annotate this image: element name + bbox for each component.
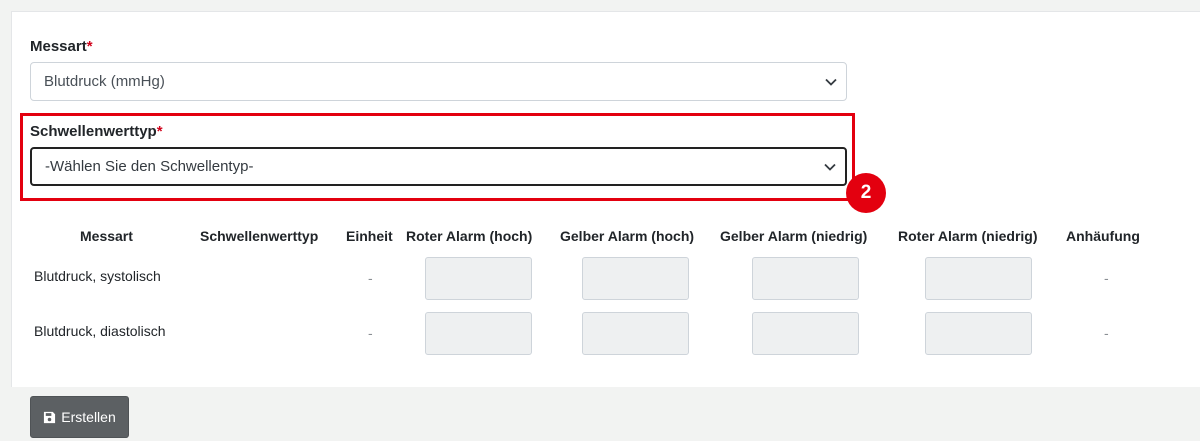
measurement-select[interactable]: Blutdruck (mmHg) xyxy=(30,62,847,101)
yellow-high-input[interactable] xyxy=(582,312,689,355)
form-footer xyxy=(11,387,1200,441)
save-icon xyxy=(44,411,56,423)
chevron-down-icon xyxy=(825,78,837,86)
row-unit: - xyxy=(368,325,373,341)
red-low-input[interactable] xyxy=(925,257,1032,300)
row-measurement-name: Blutdruck, diastolisch xyxy=(34,323,166,339)
measurement-label-text: Messart xyxy=(30,38,87,55)
red-high-input[interactable] xyxy=(425,257,532,300)
step-badge: 2 xyxy=(846,173,886,213)
header-red-high: Roter Alarm (hoch) xyxy=(406,228,533,244)
header-red-low: Roter Alarm (niedrig) xyxy=(898,228,1038,244)
measurement-select-value: Blutdruck (mmHg) xyxy=(44,73,165,90)
highlight-box xyxy=(20,113,855,201)
header-accumulation: Anhäufung xyxy=(1066,228,1140,244)
create-button[interactable]: Erstellen xyxy=(30,396,129,438)
create-button-label: Erstellen xyxy=(61,409,116,425)
measurement-label: Messart* xyxy=(30,38,93,55)
row-accumulation: - xyxy=(1104,270,1109,286)
row-measurement-name: Blutdruck, systolisch xyxy=(34,268,161,284)
yellow-low-input[interactable] xyxy=(752,312,859,355)
header-threshold-type: Schwellenwerttyp xyxy=(200,228,319,244)
row-accumulation: - xyxy=(1104,325,1109,341)
red-low-input[interactable] xyxy=(925,312,1032,355)
header-yellow-low: Gelber Alarm (niedrig) xyxy=(720,228,868,244)
row-unit: - xyxy=(368,270,373,286)
required-mark: * xyxy=(86,38,93,55)
red-high-input[interactable] xyxy=(425,312,532,355)
header-yellow-high: Gelber Alarm (hoch) xyxy=(560,228,695,244)
header-unit: Einheit xyxy=(346,228,393,244)
header-messart: Messart xyxy=(80,228,133,244)
yellow-low-input[interactable] xyxy=(752,257,859,300)
yellow-high-input[interactable] xyxy=(582,257,689,300)
